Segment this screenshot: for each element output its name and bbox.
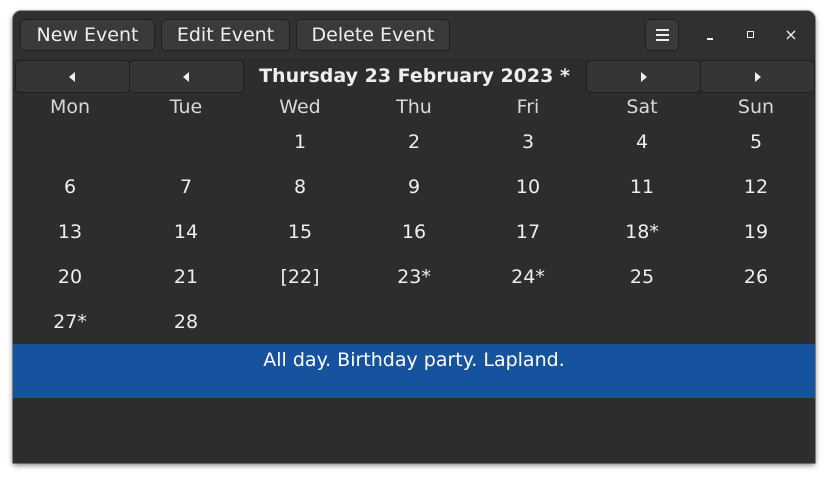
day-cell[interactable]: 15 xyxy=(243,217,357,247)
day-cell[interactable]: 8 xyxy=(243,172,357,202)
arrow-right-icon xyxy=(641,72,647,82)
next-month-button[interactable] xyxy=(586,60,701,93)
day-cell[interactable]: 20 xyxy=(13,262,127,292)
maximize-icon xyxy=(747,31,754,38)
maximize-button[interactable] xyxy=(740,24,762,46)
day-cell[interactable]: 12 xyxy=(699,172,813,202)
current-date-title: Thursday 23 February 2023 * xyxy=(259,65,570,87)
day-cell[interactable]: 9 xyxy=(357,172,471,202)
day-cell[interactable]: 10 xyxy=(471,172,585,202)
day-cell[interactable]: 28 xyxy=(129,307,243,337)
arrow-left-icon xyxy=(183,72,189,82)
close-button[interactable]: × xyxy=(780,24,802,46)
day-cell[interactable]: 4 xyxy=(585,127,699,157)
arrow-right-icon xyxy=(755,72,761,82)
edit-event-button[interactable]: Edit Event xyxy=(161,19,290,51)
day-cell[interactable]: 26 xyxy=(699,262,813,292)
day-cell[interactable]: 17 xyxy=(471,217,585,247)
weekday-label: Thu xyxy=(396,96,432,118)
new-event-button[interactable]: New Event xyxy=(20,19,155,51)
delete-event-button[interactable]: Delete Event xyxy=(296,19,450,51)
day-cell[interactable]: 3 xyxy=(471,127,585,157)
day-cell[interactable]: [22] xyxy=(243,262,357,292)
day-cell[interactable]: 23* xyxy=(357,262,471,292)
day-cell[interactable]: 27* xyxy=(13,307,127,337)
day-cell[interactable]: 5 xyxy=(699,127,813,157)
weekday-label: Sat xyxy=(626,96,658,118)
event-list[interactable]: All day. Birthday party. Lapland. xyxy=(13,344,815,398)
day-cell[interactable]: 11 xyxy=(585,172,699,202)
previous-year-button[interactable] xyxy=(15,60,130,93)
weekday-label: Wed xyxy=(279,96,321,118)
weekday-label: Mon xyxy=(49,96,91,118)
event-item[interactable]: All day. Birthday party. Lapland. xyxy=(13,347,815,373)
weekday-label: Tue xyxy=(169,96,203,118)
previous-month-button[interactable] xyxy=(129,60,244,93)
day-cell[interactable]: 18* xyxy=(585,217,699,247)
empty-area xyxy=(13,398,815,463)
day-cell[interactable]: 14 xyxy=(129,217,243,247)
day-cell[interactable]: 2 xyxy=(357,127,471,157)
close-icon: × xyxy=(784,25,798,44)
minimize-button[interactable] xyxy=(699,24,721,46)
weekday-label: Fri xyxy=(516,96,540,118)
day-cell[interactable]: 21 xyxy=(129,262,243,292)
day-cell[interactable]: 1 xyxy=(243,127,357,157)
day-cell[interactable]: 19 xyxy=(699,217,813,247)
minimize-icon xyxy=(707,38,713,40)
day-cell[interactable]: 24* xyxy=(471,262,585,292)
header-bar: New Event Edit Event Delete Event × xyxy=(13,11,815,59)
day-cell[interactable]: 25 xyxy=(585,262,699,292)
day-cell[interactable]: 16 xyxy=(357,217,471,247)
day-cell[interactable]: 13 xyxy=(13,217,127,247)
calendar-window: New Event Edit Event Delete Event × Thur… xyxy=(13,11,815,463)
day-cell[interactable]: 7 xyxy=(129,172,243,202)
day-cell[interactable]: 6 xyxy=(13,172,127,202)
weekday-label: Sun xyxy=(737,96,775,118)
next-year-button[interactable] xyxy=(700,60,815,93)
main-menu-button[interactable] xyxy=(645,19,679,51)
arrow-left-icon xyxy=(69,72,75,82)
